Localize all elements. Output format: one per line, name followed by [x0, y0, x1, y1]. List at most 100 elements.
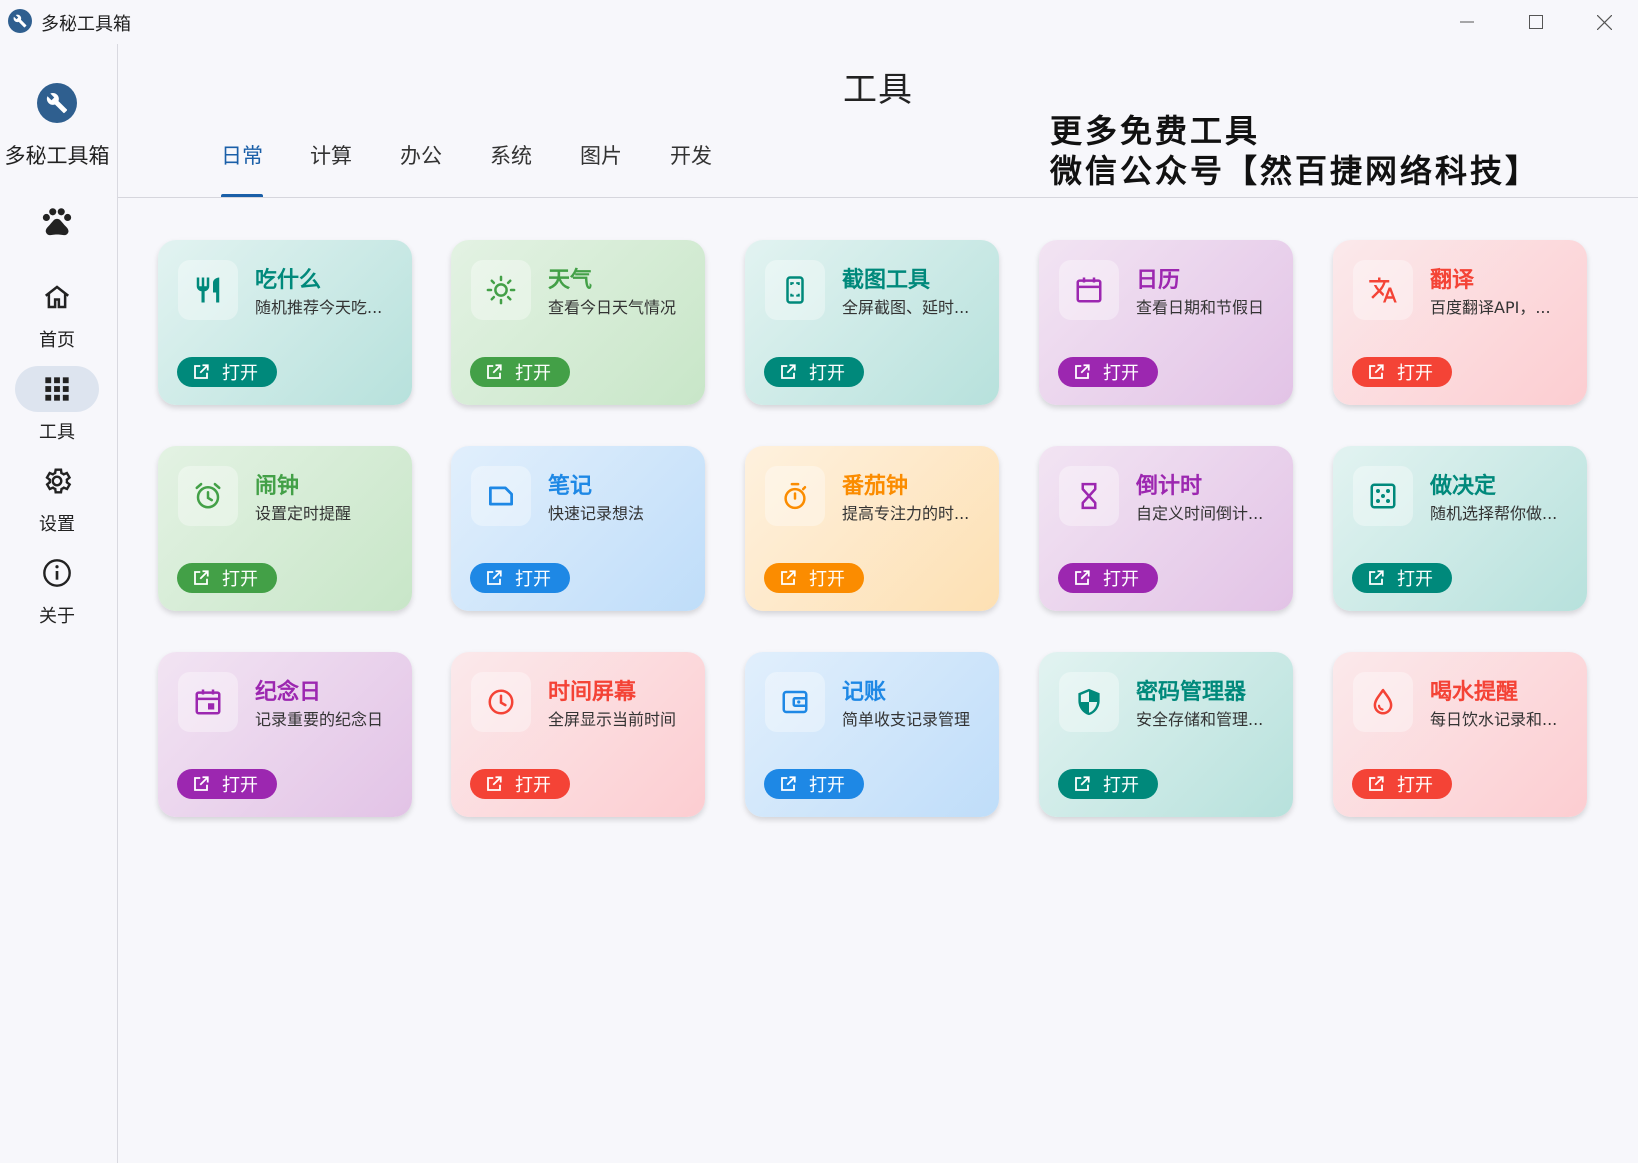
translate-icon [1353, 260, 1413, 320]
tool-card[interactable]: 吃什么 随机推荐今天吃... 打开 [158, 240, 412, 405]
tool-card[interactable]: 喝水提醒 每日饮水记录和... 打开 [1333, 652, 1587, 817]
promo-line-1: 更多免费工具 [1050, 112, 1261, 150]
tool-card[interactable]: 天气查看今日天气情况打开 [451, 240, 705, 405]
tab-calculate[interactable]: 计算 [310, 140, 352, 198]
note-icon [471, 466, 531, 526]
open-button[interactable]: 打开 [1352, 563, 1452, 593]
open-button-label: 打开 [809, 569, 845, 590]
phone-screenshot-icon [765, 260, 825, 320]
open-button-label: 打开 [809, 363, 845, 384]
paw-icon[interactable] [40, 204, 74, 238]
open-external-icon [194, 776, 209, 791]
card-title: 密码管理器 [1136, 680, 1247, 705]
open-external-icon [1369, 364, 1384, 379]
hourglass-icon [1059, 466, 1119, 526]
tool-card[interactable]: 记账 简单收支记录管理 打开 [745, 652, 999, 817]
nav-item-about[interactable]: 关于 [0, 550, 114, 638]
open-button-label: 打开 [1397, 569, 1433, 590]
card-description: 设置定时提醒 [255, 504, 352, 523]
card-title: 日历 [1136, 268, 1181, 293]
open-button[interactable]: 打开 [1352, 769, 1452, 799]
tab-develop[interactable]: 开发 [670, 140, 712, 198]
tab-system[interactable]: 系统 [490, 140, 532, 198]
tool-card[interactable]: 笔记快速记录想法打开 [451, 446, 705, 611]
card-title: 截图工具 [842, 268, 931, 293]
clock-icon [471, 672, 531, 732]
open-button[interactable]: 打开 [1058, 769, 1158, 799]
dice-icon [1353, 466, 1413, 526]
tool-card[interactable]: 做决定 随机选择帮你做... 打开 [1333, 446, 1587, 611]
promo-text: 更多免费工具 微信公众号【然百捷网络科技】 [1050, 111, 1540, 191]
timer-icon [765, 466, 825, 526]
open-button[interactable]: 打开 [1058, 357, 1158, 387]
tool-card[interactable]: 番茄钟提高专注力的时... 打开 [745, 446, 999, 611]
open-external-icon [194, 570, 209, 585]
card-title: 时间屏幕 [548, 680, 637, 705]
nav-item-tools[interactable]: 工具 [0, 366, 114, 454]
open-button[interactable]: 打开 [470, 357, 570, 387]
open-external-icon [1075, 776, 1090, 791]
nav-label-about: 关于 [39, 606, 75, 627]
calendar-icon [1059, 260, 1119, 320]
close-button[interactable] [1570, 0, 1638, 44]
nav-item-home[interactable]: 首页 [0, 274, 114, 362]
tool-card[interactable]: 纪念日 记录重要的纪念日 打开 [158, 652, 412, 817]
open-button[interactable]: 打开 [764, 563, 864, 593]
card-title: 天气 [548, 268, 593, 293]
tab-image[interactable]: 图片 [580, 140, 622, 198]
tool-card[interactable]: 时间屏幕 全屏显示当前时间 打开 [451, 652, 705, 817]
open-button[interactable]: 打开 [1352, 357, 1452, 387]
open-button[interactable]: 打开 [177, 769, 277, 799]
open-button-label: 打开 [1103, 569, 1139, 590]
open-external-icon [781, 776, 796, 791]
alarm-clock-icon [178, 466, 238, 526]
open-button[interactable]: 打开 [177, 357, 277, 387]
open-button-label: 打开 [222, 363, 258, 384]
maximize-button[interactable] [1502, 0, 1570, 44]
sun-icon [471, 260, 531, 320]
restaurant-icon [178, 260, 238, 320]
card-title: 记账 [842, 680, 887, 705]
tool-card[interactable]: 密码管理器 安全存储和管理... 打开 [1039, 652, 1293, 817]
card-title: 翻译 [1430, 268, 1475, 293]
open-button-label: 打开 [515, 363, 551, 384]
tool-card[interactable]: 日历 查看日期和节假日 打开 [1039, 240, 1293, 405]
open-button-label: 打开 [515, 775, 551, 796]
open-button-label: 打开 [222, 569, 258, 590]
sidebar: 多秘工具箱 首页 工具 设置 关于 [0, 44, 118, 1163]
tool-card[interactable]: 翻译 百度翻译API，... 打开 [1333, 240, 1587, 405]
open-button[interactable]: 打开 [470, 563, 570, 593]
open-button[interactable]: 打开 [764, 769, 864, 799]
tool-card[interactable]: 截图工具全屏截图、延时... 打开 [745, 240, 999, 405]
home-icon [44, 285, 70, 309]
open-external-icon [781, 364, 796, 379]
open-button[interactable]: 打开 [764, 357, 864, 387]
open-button[interactable]: 打开 [177, 563, 277, 593]
card-description: 提高专注力的时... [842, 504, 970, 523]
app-wrench-icon [8, 9, 32, 33]
tab-office[interactable]: 办公 [400, 140, 442, 198]
tool-card[interactable]: 闹钟设置定时提醒打开 [158, 446, 412, 611]
card-description: 每日饮水记录和... [1430, 710, 1558, 729]
wallet-icon [765, 672, 825, 732]
card-title: 做决定 [1430, 474, 1497, 499]
card-title: 笔记 [548, 474, 593, 499]
card-description: 自定义时间倒计... [1136, 504, 1264, 523]
tab-daily[interactable]: 日常 [221, 140, 263, 198]
open-button-label: 打开 [1397, 363, 1433, 384]
open-button[interactable]: 打开 [1058, 563, 1158, 593]
open-button-label: 打开 [1103, 775, 1139, 796]
minimize-button[interactable] [1433, 0, 1501, 44]
nav-item-settings[interactable]: 设置 [0, 458, 114, 546]
open-external-icon [487, 570, 502, 585]
card-description: 快速记录想法 [548, 504, 645, 523]
open-button[interactable]: 打开 [470, 769, 570, 799]
minimize-icon [1460, 21, 1474, 23]
tool-card[interactable]: 倒计时 自定义时间倒计... 打开 [1039, 446, 1293, 611]
card-description: 查看今日天气情况 [548, 298, 677, 317]
card-description: 全屏截图、延时... [842, 298, 970, 317]
card-title: 番茄钟 [842, 474, 909, 499]
open-external-icon [194, 364, 209, 379]
open-external-icon [1075, 364, 1090, 379]
card-title: 闹钟 [255, 474, 300, 499]
